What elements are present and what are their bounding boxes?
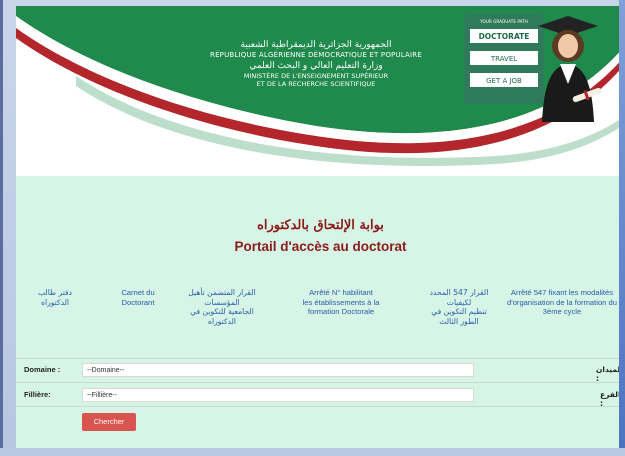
link-line: تنظيم التكوين في [431, 307, 487, 316]
republic-arabic: الجمهورية الجزائرية الديمقراطية الشعبية [240, 40, 392, 50]
graduate-student-image [538, 16, 602, 122]
header-banner: الجمهورية الجزائرية الديمقراطية الشعبية … [16, 6, 625, 176]
portal-title-french: Portail d'accès au doctorat [234, 239, 407, 254]
link-line: 3ème cycle [542, 307, 582, 316]
form-divider [16, 406, 625, 407]
search-button[interactable]: Chercher [82, 413, 136, 431]
link-line: الدكتوراه [41, 297, 69, 307]
link-line: الجامعية للتكوين في [190, 307, 254, 316]
link-line: Doctorant [121, 297, 155, 307]
ministry-french-2: ET DE LA RECHERCHE SCIENTIFIQUE [256, 80, 376, 88]
link-line: الطور الثالث [439, 316, 479, 326]
link-line: Carnet du [121, 288, 155, 297]
link-line: الدكتوراه [208, 316, 236, 326]
link-student-book-arabic[interactable]: دفتر طالب الدكتوراه [26, 288, 84, 307]
window-right-edge [619, 0, 625, 456]
sign-doctorate: DOCTORATE [479, 32, 530, 41]
window-bottom-edge [0, 448, 625, 456]
link-habilitation-arabic[interactable]: القرار المتضمن تأهيل المؤسسات الجامعية ل… [172, 288, 272, 326]
link-arrete-547-arabic[interactable]: القرار 547 المحدد لكيفيات تنظيم التكوين … [414, 288, 504, 326]
link-arrete-547-french[interactable]: Arrêté 547 fixant les modalités d'organi… [500, 288, 624, 317]
republic-french: RÉPUBLIQUE ALGÉRIENNE DÉMOCRATIQUE ET PO… [210, 51, 422, 59]
portal-title-arabic: بوابة الإلتحاق بالدكتوراه [257, 218, 384, 233]
page-container: الجمهورية الجزائرية الديمقراطية الشعبية … [16, 6, 625, 454]
form-divider [16, 358, 625, 359]
link-line: المؤسسات [204, 297, 240, 307]
link-arrete-habilitant[interactable]: Arrêté N° habilitant les établissements … [286, 288, 396, 317]
sign-top-text: YOUR GRADUATE PATH [479, 19, 528, 24]
document-links-row: دفتر طالب الدكتوراه Carnet du Doctorant … [22, 288, 622, 348]
domaine-label: Domaine : [24, 365, 61, 374]
link-carnet-doctorant[interactable]: Carnet du Doctorant [106, 288, 170, 307]
form-divider [16, 382, 625, 383]
link-line: formation Doctorale [307, 307, 375, 316]
link-line: d'organisation de la formation du [507, 297, 617, 307]
link-line: les établissements à la [302, 297, 380, 307]
link-line: القرار 547 المحدد [429, 288, 489, 297]
link-line: دفتر طالب [37, 288, 73, 297]
filiere-label: Fillière: [24, 390, 51, 399]
link-line: لكيفيات [446, 297, 472, 307]
link-line: Arrêté N° habilitant [309, 288, 373, 297]
link-line: Arrêté 547 fixant les modalités [510, 288, 614, 297]
ministry-french-1: MINISTÈRE DE L'ENSEIGNEMENT SUPÉRIEUR [243, 72, 389, 80]
domaine-select[interactable]: --Domaine-- [82, 363, 474, 377]
sign-travel: TRAVEL [490, 55, 517, 63]
ministry-arabic: وزارة التعليم العالي و البحث العلمي [249, 61, 383, 71]
banner-title-block: الجمهورية الجزائرية الديمقراطية الشعبية … [166, 40, 466, 88]
portal-title-block: بوابة الإلتحاق بالدكتوراه Portail d'accè… [16, 218, 625, 254]
filiere-select[interactable]: --Fillière-- [82, 388, 474, 402]
link-line: القرار المتضمن تأهيل [188, 288, 256, 297]
sign-job: GET A JOB [486, 77, 522, 85]
